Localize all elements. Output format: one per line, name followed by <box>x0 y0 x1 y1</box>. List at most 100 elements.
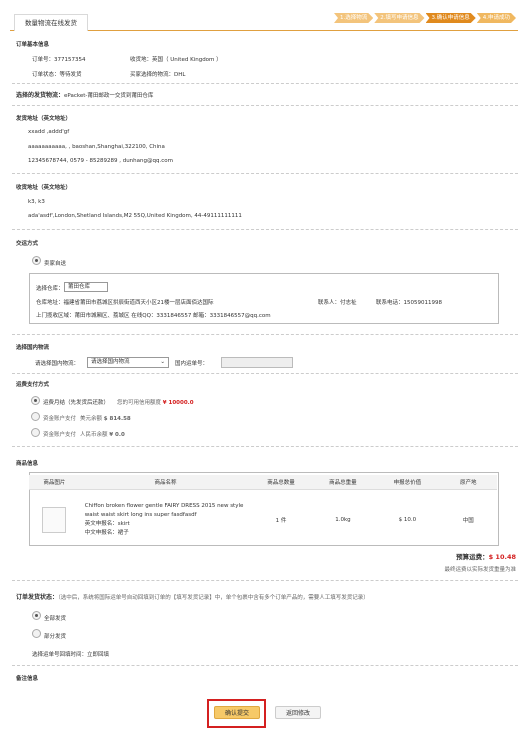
sender-address-title: 发货地址（英文地址） <box>16 116 72 122</box>
declared-name-en-value: skirt <box>117 520 130 527</box>
confirm-submit-button[interactable]: 确认提交 <box>214 706 260 719</box>
domestic-logistics-title: 选择国内物流 <box>16 345 50 351</box>
declared-name-en-label: 英文申报名： <box>84 520 118 527</box>
goods-title: 商品信息 <box>16 461 39 467</box>
self-delivery-label: 卖家自送 <box>44 261 67 267</box>
shipment-status: 订单发货状态：（选中后，系统将国际运单号自动回填到订单的【填写发货记录】中，单个… <box>16 592 369 601</box>
domestic-logistics-select[interactable]: 请选择国内物流 ⌄ <box>87 357 169 368</box>
buyer-logistics-value: DHL <box>174 72 186 78</box>
payment-title: 运费支付方式 <box>16 382 50 388</box>
divider <box>12 373 518 374</box>
payment-option-2-label: 资金账户支付 <box>43 416 77 422</box>
pickup-area: 上门揽收区域：莆田市城厢区、荔城区 在线QQ：3331846557 邮箱：333… <box>36 311 271 319</box>
warehouse-label: 选择仓库： <box>36 286 64 292</box>
payment-option-2: 资金账户支付 美元余额 $ 814.58 <box>43 414 131 422</box>
estimated-fee-value: $ 10.48 <box>488 553 516 561</box>
product-value: $ 10.0 <box>398 516 417 523</box>
warehouse-select[interactable]: 莆田仓库 <box>64 282 108 292</box>
divider <box>12 446 518 447</box>
order-status-value: 等待发货 <box>59 72 82 78</box>
receive-country-value: 英国（ United Kingdom ） <box>152 57 222 63</box>
payment-option-3-label: 资金账户支付 <box>43 432 77 438</box>
payment-option-3-extra-label: 人民币余额 <box>80 432 108 438</box>
col-image: 商品图片 <box>29 475 80 490</box>
col-name: 商品名称 <box>79 475 252 490</box>
payment-cny-radio[interactable] <box>31 428 40 437</box>
estimated-fee-label: 预算运费： <box>456 553 489 561</box>
goods-table: 商品图片 商品名称 商品总数量 商品总重量 申报总价值 原产地 Chiffon … <box>29 475 497 549</box>
payment-option-2-extra-label: 美元余额 <box>80 416 103 422</box>
delivery-method-title: 交运方式 <box>16 241 39 247</box>
backfill-time-label: 选择运单号回填时间： <box>32 652 88 658</box>
contact-person-value: 付志祉 <box>340 300 357 306</box>
payment-monthly-radio[interactable] <box>31 396 40 405</box>
declared-name-en: 英文申报名：skirt <box>81 520 251 529</box>
order-number-value: 377157354 <box>54 57 86 63</box>
order-status-label: 订单状态： <box>32 72 60 78</box>
order-status: 订单状态：等待发货 <box>32 70 82 78</box>
payment-option-3: 资金账户支付 人民币余额 ¥ 0.0 <box>43 430 125 438</box>
receive-country: 收货地：英国（ United Kingdom ） <box>130 55 222 63</box>
buyer-logistics: 买家选择的物流：DHL <box>130 70 185 78</box>
warehouse-address: 仓库地址：福建省莆田市荔城区拱辰街道西天小区21楼一层店面佰达国际 <box>36 298 214 306</box>
credit-limit-value: ¥ 10000.0 <box>162 400 194 406</box>
receiver-address: ada'asdf',London,Shetland Islands,M2 55Q… <box>28 213 242 219</box>
payment-usd-radio[interactable] <box>31 412 40 421</box>
receiver-name: k3, k3 <box>28 199 45 205</box>
divider <box>12 334 518 335</box>
estimated-fee-note: 最终运费以实际发货重量为准 <box>444 567 516 573</box>
product-name-cell: Chiffon broken flower gentle FAIRY DRESS… <box>80 490 252 550</box>
product-image <box>42 506 67 533</box>
product-quantity: 1 件 <box>275 517 287 524</box>
ship-partial-radio[interactable] <box>32 629 41 638</box>
payment-option-1-extra-label: 您的可用信用额度 <box>117 400 162 406</box>
chevron-down-icon: ⌄ <box>160 359 165 365</box>
warehouse-address-label: 仓库地址： <box>36 300 64 306</box>
divider <box>12 229 518 230</box>
contact-person: 联系人：付志祉 <box>318 298 357 306</box>
estimated-fee: 预算运费：$ 10.48 <box>456 551 516 561</box>
cny-balance-value: ¥ 0.0 <box>109 432 125 438</box>
buyer-logistics-label: 买家选择的物流： <box>130 72 175 78</box>
goods-header-row: 商品图片 商品名称 商品总数量 商品总重量 申报总价值 原产地 <box>29 475 497 490</box>
divider <box>12 665 518 666</box>
tab-bar: 数量物流在线发货 1.选择物流 2.填写申请信息 3.确认申请信息 4.申请成功 <box>10 12 518 31</box>
contact-phone-label: 联系电话： <box>376 300 404 306</box>
warehouse-address-value: 福建省莆田市荔城区拱辰街道西天小区21楼一层店面佰达国际 <box>63 300 214 306</box>
self-delivery-radio[interactable] <box>32 256 41 265</box>
progress-steps: 1.选择物流 2.填写申请信息 3.确认申请信息 4.申请成功 <box>333 13 516 23</box>
col-weight: 商品总重量 <box>310 475 376 490</box>
payment-option-1-label: 运费月结（先发货后还款） <box>43 400 110 406</box>
ship-all-radio[interactable] <box>32 611 41 620</box>
pickup-area-value: 莆田市城厢区、荔城区 在线QQ：3331846557 邮箱：3331846557… <box>74 313 271 319</box>
table-row: Chiffon broken flower gentle FAIRY DRESS… <box>29 490 497 550</box>
domestic-logistics-label: 请选择国内物流： <box>35 361 80 367</box>
backfill-time-value: 立即回填 <box>87 652 110 658</box>
tracking-input[interactable] <box>221 357 293 368</box>
product-image-cell <box>29 490 80 550</box>
remarks-title: 备注信息 <box>16 676 39 682</box>
pickup-area-label: 上门揽收区域： <box>36 313 75 319</box>
tab-online-shipping[interactable]: 数量物流在线发货 <box>14 14 88 31</box>
divider <box>12 173 518 174</box>
declared-name-cn: 中文申报名：裙子 <box>81 529 251 538</box>
divider <box>12 580 518 581</box>
step-1: 1.选择物流 <box>334 13 373 23</box>
back-edit-button[interactable]: 返回修改 <box>275 706 321 719</box>
selected-logistics-value: ePacket-莆田邮政一交货到莆田仓库 <box>64 93 154 99</box>
contact-phone: 联系电话：15059011998 <box>376 298 442 306</box>
selected-logistics-label: 选择的发货物流： <box>16 92 65 99</box>
shipment-status-note: （选中后，系统将国际运单号自动回填到订单的【填写发货记录】中，单个包裹中含有多个… <box>58 595 369 601</box>
divider <box>12 83 518 84</box>
product-name-en: Chiffon broken flower gentle FAIRY DRESS… <box>84 502 244 518</box>
product-weight: 1.0kg <box>335 516 351 523</box>
selected-logistics: 选择的发货物流：ePacket-莆田邮政一交货到莆田仓库 <box>16 90 153 99</box>
col-origin: 原产地 <box>439 475 497 490</box>
backfill-time: 选择运单号回填时间：立即回填 <box>32 650 109 658</box>
receive-country-label: 收货地： <box>130 57 153 63</box>
usd-balance-value: $ 814.58 <box>103 416 131 422</box>
order-info-title: 订单基本信息 <box>16 42 50 48</box>
col-value: 申报总价值 <box>375 475 440 490</box>
domestic-logistics-select-value: 请选择国内物流 <box>91 359 130 365</box>
step-3: 3.确认申请信息 <box>426 13 476 23</box>
